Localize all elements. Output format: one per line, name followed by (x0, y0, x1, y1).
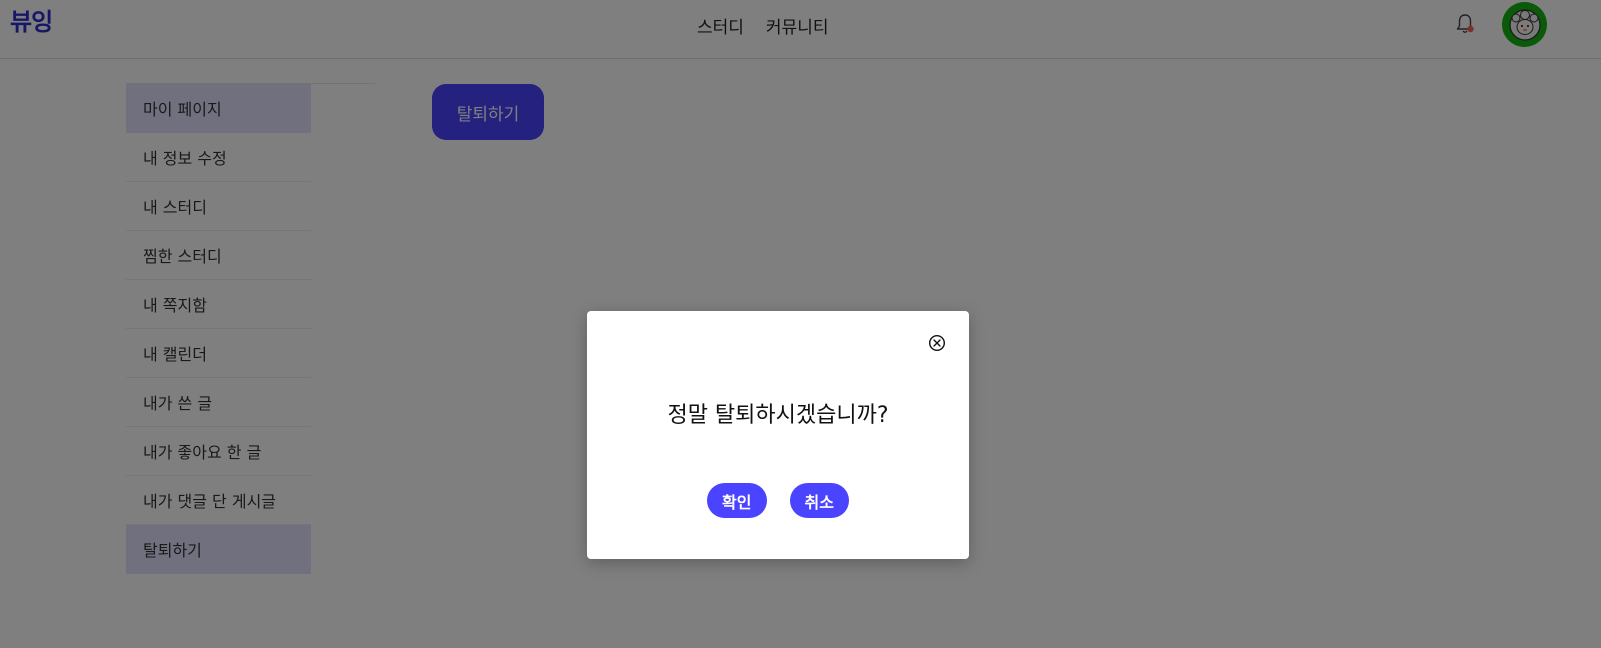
confirm-button[interactable]: 확인 (707, 483, 767, 518)
modal-actions: 확인 취소 (587, 483, 969, 518)
cancel-button[interactable]: 취소 (789, 483, 849, 518)
app-root: 뷰잉 스터디 커뮤니티 마이 (0, 0, 1601, 648)
confirm-withdraw-modal: 정말 탈퇴하시겠습니까? 확인 취소 (587, 311, 969, 559)
close-icon[interactable] (928, 334, 946, 352)
modal-message: 정말 탈퇴하시겠습니까? (667, 403, 889, 428)
